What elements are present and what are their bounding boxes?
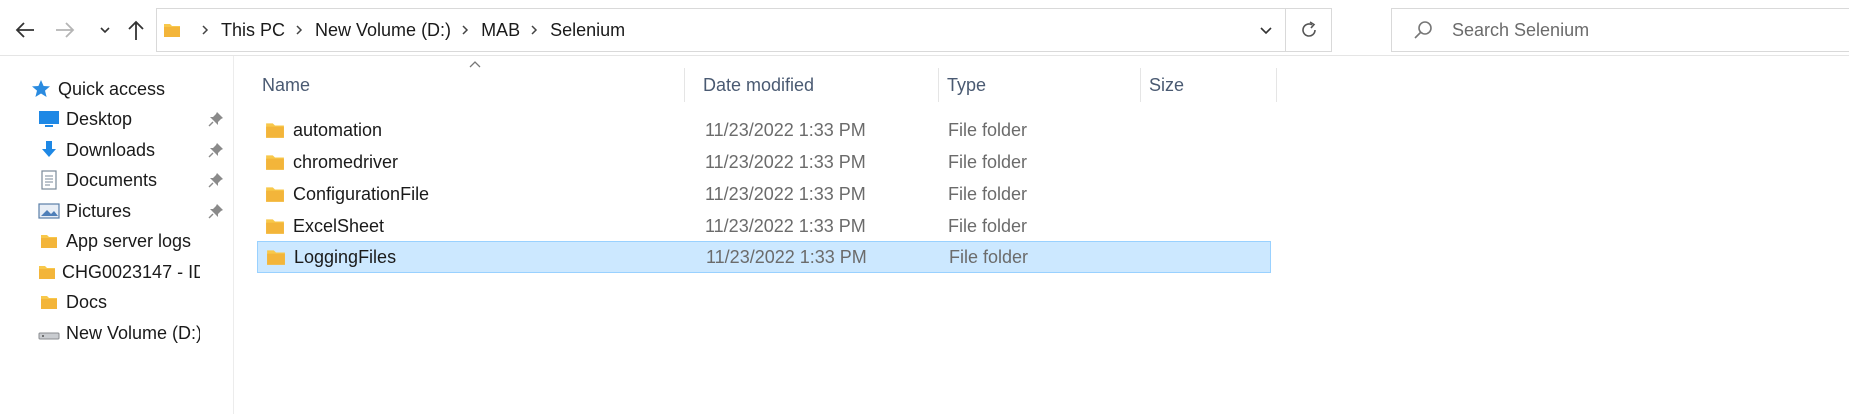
refresh-icon <box>1301 21 1316 37</box>
chevron-down-icon <box>1260 27 1272 35</box>
sidebar-item-label: Downloads <box>66 139 156 160</box>
sidebar-item[interactable]: Docs <box>38 285 200 319</box>
folder-icon <box>38 261 56 283</box>
pin-icon[interactable] <box>208 142 224 158</box>
file-name: LoggingFiles <box>294 246 397 267</box>
file-date-modified: 11/23/2022 1:33 PM <box>705 119 866 140</box>
breadcrumb-item[interactable]: This PC <box>191 18 285 43</box>
breadcrumb-label: MAB <box>481 19 521 40</box>
folder-icon <box>266 247 286 267</box>
sidebar-item-label: Documents <box>66 169 158 190</box>
arrow-left-icon <box>15 22 34 38</box>
chevron-right-icon[interactable] <box>461 24 469 36</box>
sidebar-item-label: App server logs <box>66 230 192 251</box>
navigation-pane: Quick access Desktop Downloads Documents Pic… <box>0 56 234 414</box>
sidebar-item[interactable]: Downloads <box>38 133 200 167</box>
folder-icon <box>265 120 285 140</box>
sidebar-item[interactable]: New Volume (D:) <box>38 316 200 350</box>
file-type: File folder <box>948 215 1028 236</box>
sidebar-item-label: Quick access <box>58 78 166 99</box>
file-name: ExcelSheet <box>293 215 385 236</box>
sidebar-item-label: Pictures <box>66 200 132 221</box>
documents-icon <box>38 169 60 191</box>
recent-locations-button[interactable] <box>96 10 114 50</box>
breadcrumb-item[interactable]: Selenium <box>520 18 625 43</box>
chevron-down-icon <box>100 27 110 34</box>
breadcrumb-item[interactable]: New Volume (D:) <box>285 18 451 43</box>
folder-icon <box>38 291 60 313</box>
file-row[interactable]: ConfigurationFile 11/23/2022 1:33 PM File … <box>257 178 1271 210</box>
sidebar-item-label: New Volume (D:) <box>66 322 200 343</box>
column-header-size-label: Size <box>1149 74 1185 95</box>
file-date-modified: 11/23/2022 1:33 PM <box>706 246 867 267</box>
column-header-size[interactable]: Size <box>1141 68 1277 102</box>
file-date-modified: 11/23/2022 1:33 PM <box>705 183 866 204</box>
pin-icon[interactable] <box>208 111 224 127</box>
sidebar-item[interactable]: Documents <box>38 163 200 197</box>
breadcrumb-label: This PC <box>221 19 286 40</box>
folder-icon <box>164 24 180 37</box>
up-button[interactable] <box>124 10 148 50</box>
desktop-icon <box>38 108 60 130</box>
file-type: File folder <box>948 183 1028 204</box>
folder-icon <box>265 184 285 204</box>
file-type: File folder <box>948 119 1028 140</box>
download-icon <box>38 139 60 161</box>
address-bar[interactable]: This PC New Volume (D:) MAB Selenium <box>156 8 1332 52</box>
sort-ascending-icon <box>469 61 481 68</box>
file-name: chromedriver <box>293 151 399 172</box>
file-type: File folder <box>949 246 1029 267</box>
folder-icon <box>265 216 285 236</box>
column-header-name-label: Name <box>262 74 311 95</box>
file-name: ConfigurationFile <box>293 183 430 204</box>
breadcrumb-label: New Volume (D:) <box>315 19 452 40</box>
file-row[interactable]: chromedriver 11/23/2022 1:33 PM File folde… <box>257 146 1271 178</box>
file-type: File folder <box>948 151 1028 172</box>
file-date-modified: 11/23/2022 1:33 PM <box>705 151 866 172</box>
folder-icon <box>265 152 285 172</box>
sidebar-item-label: Desktop <box>66 108 133 129</box>
file-row[interactable]: ExcelSheet 11/23/2022 1:33 PM File folder <box>257 210 1271 242</box>
file-row[interactable]: LoggingFiles 11/23/2022 1:33 PM File folde… <box>257 241 1271 273</box>
forward-button[interactable] <box>50 10 80 50</box>
column-header-name[interactable]: Name <box>254 68 685 102</box>
pin-icon[interactable] <box>208 203 224 219</box>
column-header-date-label: Date modified <box>703 74 815 95</box>
chevron-right-icon[interactable] <box>295 24 303 36</box>
address-dropdown-button[interactable] <box>1247 9 1285 51</box>
sidebar-item[interactable]: Pictures <box>38 194 200 228</box>
search-box[interactable]: Search Selenium <box>1391 8 1849 52</box>
file-row[interactable]: automation 11/23/2022 1:33 PM File folder <box>257 114 1271 146</box>
sidebar-item[interactable]: Desktop <box>38 102 200 136</box>
sidebar-item-label: CHG0023147 - IDVS <box>62 261 200 282</box>
arrow-right-icon <box>56 22 75 38</box>
file-date-modified: 11/23/2022 1:33 PM <box>705 215 866 236</box>
pictures-icon <box>38 200 60 222</box>
drive-icon <box>38 322 60 344</box>
breadcrumb-label: Selenium <box>550 19 626 40</box>
search-input[interactable]: Search Selenium <box>1452 20 1589 41</box>
sidebar-item-label: Docs <box>66 291 108 312</box>
star-icon <box>30 78 52 100</box>
chevron-right-icon[interactable] <box>201 24 209 36</box>
column-header-type-label: Type <box>947 74 987 95</box>
back-button[interactable] <box>10 10 40 50</box>
chevron-right-icon[interactable] <box>530 24 538 36</box>
folder-icon <box>38 230 60 252</box>
sidebar-item[interactable]: CHG0023147 - IDVS <box>38 255 200 289</box>
column-header-date[interactable]: Date modified <box>695 68 939 102</box>
sidebar-item[interactable]: Quick access <box>30 72 200 106</box>
top-bar: This PC New Volume (D:) MAB Selenium Search… <box>0 0 1849 56</box>
search-icon <box>1414 21 1432 39</box>
pin-icon[interactable] <box>208 172 224 188</box>
refresh-button[interactable] <box>1285 9 1331 51</box>
arrow-up-icon <box>128 20 144 40</box>
breadcrumb-item[interactable]: MAB <box>451 18 520 43</box>
sidebar-item[interactable]: App server logs <box>38 224 200 258</box>
file-name: automation <box>293 119 383 140</box>
column-header-type[interactable]: Type <box>939 68 1141 102</box>
